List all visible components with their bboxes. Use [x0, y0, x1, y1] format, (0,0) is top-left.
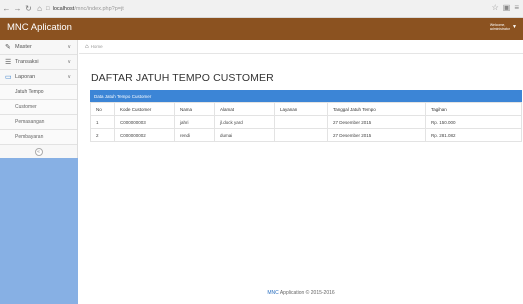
address-path: /mnc/index.php?p=jt [74, 5, 124, 12]
sidebar-item-transaksi[interactable]: ☰ Transaksi ∨ [0, 55, 77, 70]
table-cell: Rp. 281.082 [425, 128, 522, 142]
monitor-icon: ▭ [5, 74, 12, 81]
table-row: 2 C000000002 rendi dumai 27 Desember 201… [90, 128, 522, 142]
main-content: ⌂ Home DAFTAR JATUH TEMPO CUSTOMER Data … [79, 40, 523, 304]
table-row: 1 C000000003 jahri jl.dock yard 27 Desem… [90, 115, 522, 129]
column-header: No [90, 102, 115, 116]
forward-arrow-icon[interactable]: → [13, 3, 22, 15]
collapse-sidebar-icon[interactable]: « [34, 147, 43, 156]
table-cell: C000000002 [114, 128, 175, 142]
due-date-panel: Data Jatuh Tempo Customer No Kode Custom… [90, 90, 522, 142]
sidebar-subitem-jatuh-tempo[interactable]: Jatuh Tempo [0, 85, 77, 100]
footer: MNC Application © 2015-2016 [79, 290, 523, 296]
sidebar-item-master[interactable]: ✎ Master ∨ [0, 40, 77, 55]
table-cell: 2 [90, 128, 115, 142]
table-cell [274, 128, 328, 142]
chevron-down-icon: ∨ [67, 74, 71, 80]
sidebar: ✎ Master ∨ ☰ Transaksi ∨ ▭ Laporan ∨ Jat… [0, 40, 78, 304]
chevron-down-icon: ∨ [67, 44, 71, 50]
home-icon: ⌂ [85, 43, 89, 50]
footer-brand: MNC [267, 290, 279, 296]
table-cell: 27 Desember 2015 [327, 128, 426, 142]
table-cell: jl.dock yard [214, 115, 275, 129]
reload-icon[interactable]: ↻ [24, 3, 33, 15]
table-cell: rendi [174, 128, 215, 142]
sidebar-item-label: Transaksi [15, 59, 39, 65]
column-header: Tanggal Jatuh Tempo [327, 102, 426, 116]
table-cell: jahri [174, 115, 215, 129]
column-header: Tagihan [425, 102, 522, 116]
table-header-row: No Kode Customer Nama Alamat Layanan Tan… [90, 102, 522, 116]
due-date-table: No Kode Customer Nama Alamat Layanan Tan… [90, 102, 522, 142]
sidebar-subitem-pembayaran[interactable]: Pembayaran [0, 130, 77, 145]
breadcrumb-home[interactable]: Home [91, 44, 103, 49]
page-icon: □ [46, 5, 50, 12]
star-icon[interactable]: ☆ [492, 3, 499, 12]
back-arrow-icon[interactable]: ← [2, 3, 11, 15]
sidebar-subitem-customer[interactable]: Customer [0, 100, 77, 115]
column-header: Kode Customer [114, 102, 175, 116]
browser-toolbar: ← → ↻ ⌂ □ localhost/mnc/index.php?p=jt ☆… [0, 0, 523, 18]
footer-text: Application © 2015-2016 [279, 290, 335, 296]
page-title: DAFTAR JATUH TEMPO CUSTOMER [91, 72, 274, 84]
panel-title: Data Jatuh Tempo Customer [90, 90, 522, 102]
table-cell: 1 [90, 115, 115, 129]
app-header: MNC Aplication Welcome, administrator ▼ [0, 18, 523, 40]
sidebar-item-label: Master [15, 44, 32, 50]
user-menu[interactable]: Welcome, administrator ▼ [490, 23, 517, 31]
brand-title[interactable]: MNC Aplication [7, 22, 72, 33]
username-text: administrator [489, 27, 511, 31]
table-cell: 27 Desember 2015 [327, 115, 426, 129]
sidebar-item-label: Laporan [15, 74, 36, 80]
table-cell [274, 115, 328, 129]
table-cell: Rp. 150.000 [425, 115, 522, 129]
list-icon: ☰ [5, 59, 12, 66]
edit-icon: ✎ [5, 44, 11, 51]
sidebar-subitem-pemasangan[interactable]: Pemasangan [0, 115, 77, 130]
address-host: localhost [52, 5, 75, 12]
table-cell: dumai [214, 128, 275, 142]
extension-icon[interactable]: ▣ [503, 3, 511, 12]
menu-icon[interactable]: ≡ [514, 3, 519, 12]
column-header: Alamat [214, 102, 275, 116]
sidebar-item-laporan[interactable]: ▭ Laporan ∨ [0, 70, 77, 85]
column-header: Nama [174, 102, 215, 116]
column-header: Layanan [274, 102, 328, 116]
breadcrumb: ⌂ Home [79, 40, 523, 54]
home-browser-icon[interactable]: ⌂ [35, 3, 44, 15]
table-cell: C000000003 [114, 115, 175, 129]
address-bar[interactable]: □ localhost/mnc/index.php?p=jt [46, 3, 124, 15]
caret-down-icon: ▼ [512, 24, 517, 30]
chevron-down-icon: ∨ [67, 59, 71, 65]
